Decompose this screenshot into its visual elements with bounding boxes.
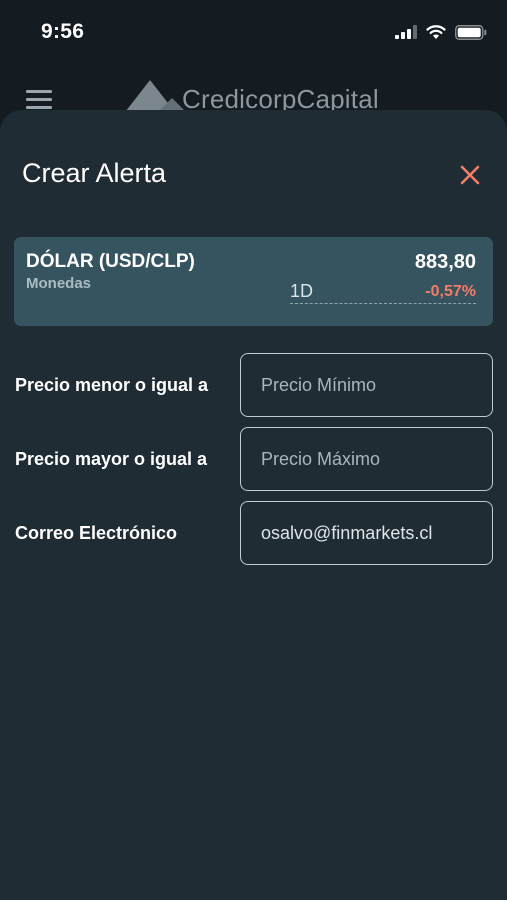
signal-icon bbox=[395, 25, 417, 39]
max-price-label: Precio mayor o igual a bbox=[15, 449, 208, 469]
asset-period: 1D bbox=[290, 281, 314, 301]
asset-change: -0,57% bbox=[425, 283, 476, 300]
asset-name: DÓLAR (USD/CLP) bbox=[26, 251, 195, 272]
wifi-icon bbox=[426, 24, 446, 39]
status-icons bbox=[395, 22, 487, 42]
max-price-row: Precio mayor o igual a bbox=[0, 427, 507, 491]
min-price-row: Precio menor o igual a bbox=[0, 353, 507, 417]
max-price-input[interactable] bbox=[240, 427, 493, 491]
asset-price: 883,80 bbox=[414, 251, 476, 273]
status-time: 9:56 bbox=[41, 20, 85, 43]
screen: 9:56 CredicorpCapital Crear Alerta DÓLAR… bbox=[0, 0, 507, 900]
min-price-label: Precio menor o igual a bbox=[15, 375, 209, 395]
sheet-title: Crear Alerta bbox=[22, 158, 167, 188]
menu-icon[interactable] bbox=[26, 90, 52, 110]
close-button[interactable] bbox=[455, 160, 485, 190]
battery-icon bbox=[455, 24, 487, 40]
dotted-divider bbox=[290, 303, 476, 304]
asset-card: DÓLAR (USD/CLP) Monedas 883,80 1D -0,57% bbox=[14, 237, 493, 326]
asset-category: Monedas bbox=[26, 275, 92, 292]
create-alert-sheet: Crear Alerta DÓLAR (USD/CLP) Monedas 883… bbox=[0, 110, 507, 900]
email-row: Correo Electrónico bbox=[0, 501, 507, 565]
email-label: Correo Electrónico bbox=[15, 523, 178, 543]
status-bar: 9:56 bbox=[0, 0, 507, 62]
min-price-input[interactable] bbox=[240, 353, 493, 417]
close-icon bbox=[460, 165, 480, 185]
email-input[interactable] bbox=[240, 501, 493, 565]
